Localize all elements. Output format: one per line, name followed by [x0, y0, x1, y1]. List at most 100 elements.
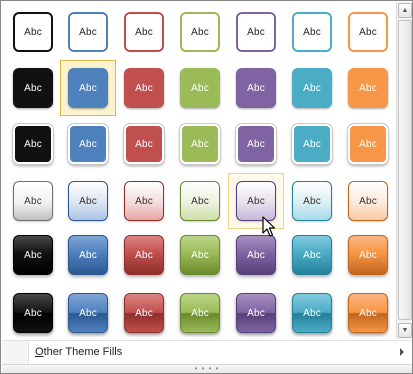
style-swatch: Abc	[348, 68, 388, 108]
style-cell-glossy-purple[interactable]: Abc	[228, 285, 284, 341]
style-cell-solid-white-border-aqua[interactable]: Abc	[284, 116, 340, 172]
style-cell-dark-gradient-green[interactable]: Abc	[172, 227, 228, 283]
style-cell-dark-gradient-aqua[interactable]: Abc	[284, 227, 340, 283]
scroll-thumb[interactable]	[398, 20, 412, 320]
style-cell-dark-gradient-orange[interactable]: Abc	[340, 227, 396, 283]
style-swatch: Abc	[236, 235, 276, 275]
style-cell-solid-orange[interactable]: Abc	[340, 60, 396, 116]
style-cell-dark-gradient-black[interactable]: Abc	[5, 227, 61, 283]
submenu-arrow-icon	[400, 348, 404, 356]
style-swatch: Abc	[292, 12, 332, 52]
style-swatch: Abc	[180, 293, 220, 333]
swatch-label: Abc	[359, 307, 377, 319]
style-cell-solid-white-border-orange[interactable]: Abc	[340, 116, 396, 172]
style-cell-light-gradient-green[interactable]: Abc	[172, 173, 228, 229]
style-cell-solid-purple[interactable]: Abc	[228, 60, 284, 116]
style-cell-dark-gradient-red[interactable]: Abc	[116, 227, 172, 283]
style-swatch: Abc	[292, 181, 332, 221]
swatch-label: Abc	[135, 195, 153, 207]
swatch-label: Abc	[79, 195, 97, 207]
other-theme-fills-label: Other Theme Fills	[35, 346, 122, 358]
other-theme-fills-text: ther Theme Fills	[43, 346, 123, 358]
style-cell-solid-aqua[interactable]: Abc	[284, 60, 340, 116]
swatch-label: Abc	[79, 307, 97, 319]
style-cell-glossy-red[interactable]: Abc	[116, 285, 172, 341]
style-cell-glossy-orange[interactable]: Abc	[340, 285, 396, 341]
style-swatch: Abc	[124, 68, 164, 108]
style-cell-light-gradient-blue[interactable]: Abc	[60, 173, 116, 229]
swatch-label: Abc	[359, 249, 377, 261]
swatch-label: Abc	[191, 249, 209, 261]
swatch-label: Abc	[247, 82, 265, 94]
style-cell-outline-aqua[interactable]: Abc	[284, 4, 340, 60]
style-swatch: Abc	[236, 12, 276, 52]
swatch-label: Abc	[135, 82, 153, 94]
style-cell-solid-white-border-purple[interactable]: Abc	[228, 116, 284, 172]
style-cell-solid-blue[interactable]: Abc	[60, 60, 116, 116]
swatch-label: Abc	[135, 26, 153, 38]
swatch-label: Abc	[303, 249, 321, 261]
swatch-label: Abc	[359, 195, 377, 207]
mouse-pointer-icon	[262, 216, 276, 237]
swatch-label: Abc	[359, 26, 377, 38]
style-swatch: Abc	[68, 293, 108, 333]
style-swatch: Abc	[348, 12, 388, 52]
swatch-label: Abc	[303, 195, 321, 207]
swatch-label: Abc	[247, 138, 265, 150]
scroll-down-button[interactable]: ▼	[398, 323, 412, 338]
style-cell-light-gradient-orange[interactable]: Abc	[340, 173, 396, 229]
style-cell-outline-orange[interactable]: Abc	[340, 4, 396, 60]
style-swatch: Abc	[13, 68, 53, 108]
gallery-scrollbar[interactable]: ▲ ▼	[396, 2, 412, 339]
swatch-label: Abc	[79, 82, 97, 94]
scroll-up-button[interactable]: ▲	[398, 3, 412, 18]
swatch-label: Abc	[359, 138, 377, 150]
style-swatch: Abc	[124, 181, 164, 221]
style-cell-solid-green[interactable]: Abc	[172, 60, 228, 116]
style-swatch: Abc	[180, 68, 220, 108]
style-cell-light-gradient-aqua[interactable]: Abc	[284, 173, 340, 229]
swatch-label: Abc	[303, 82, 321, 94]
swatch-label: Abc	[79, 249, 97, 261]
style-swatch: Abc	[68, 124, 108, 164]
style-cell-outline-green[interactable]: Abc	[172, 4, 228, 60]
style-cell-glossy-blue[interactable]: Abc	[60, 285, 116, 341]
style-swatch: Abc	[236, 68, 276, 108]
style-cell-outline-red[interactable]: Abc	[116, 4, 172, 60]
style-cell-solid-white-border-green[interactable]: Abc	[172, 116, 228, 172]
grip-dots-icon: • • • •	[194, 364, 220, 373]
swatch-label: Abc	[191, 82, 209, 94]
style-cell-solid-black[interactable]: Abc	[5, 60, 61, 116]
other-theme-fills-menu-item[interactable]: Other Theme Fills	[2, 340, 412, 364]
swatch-label: Abc	[191, 138, 209, 150]
style-swatch: Abc	[68, 181, 108, 221]
style-swatch: Abc	[13, 181, 53, 221]
style-cell-solid-white-border-red[interactable]: Abc	[116, 116, 172, 172]
style-swatch: Abc	[180, 235, 220, 275]
style-cell-glossy-aqua[interactable]: Abc	[284, 285, 340, 341]
style-cell-solid-white-border-black[interactable]: Abc	[5, 116, 61, 172]
style-cell-glossy-green[interactable]: Abc	[172, 285, 228, 341]
style-cell-dark-gradient-blue[interactable]: Abc	[60, 227, 116, 283]
resize-grip[interactable]: • • • •	[2, 364, 412, 373]
style-cell-solid-white-border-blue[interactable]: Abc	[60, 116, 116, 172]
style-swatch: Abc	[292, 68, 332, 108]
style-cell-outline-purple[interactable]: Abc	[228, 4, 284, 60]
style-cell-light-gradient-black[interactable]: Abc	[5, 173, 61, 229]
style-cell-glossy-black[interactable]: Abc	[5, 285, 61, 341]
style-swatch: Abc	[348, 181, 388, 221]
style-swatch: Abc	[180, 124, 220, 164]
style-cell-light-gradient-red[interactable]: Abc	[116, 173, 172, 229]
swatch-label: Abc	[135, 307, 153, 319]
swatch-label: Abc	[303, 138, 321, 150]
style-cell-solid-red[interactable]: Abc	[116, 60, 172, 116]
style-swatch: Abc	[124, 12, 164, 52]
style-swatch: Abc	[13, 124, 53, 164]
swatch-label: Abc	[24, 195, 42, 207]
swatch-label: Abc	[191, 26, 209, 38]
style-cell-outline-black[interactable]: Abc	[5, 4, 61, 60]
swatch-label: Abc	[191, 307, 209, 319]
style-swatch: Abc	[236, 181, 276, 221]
style-cell-outline-blue[interactable]: Abc	[60, 4, 116, 60]
style-swatch: Abc	[292, 293, 332, 333]
